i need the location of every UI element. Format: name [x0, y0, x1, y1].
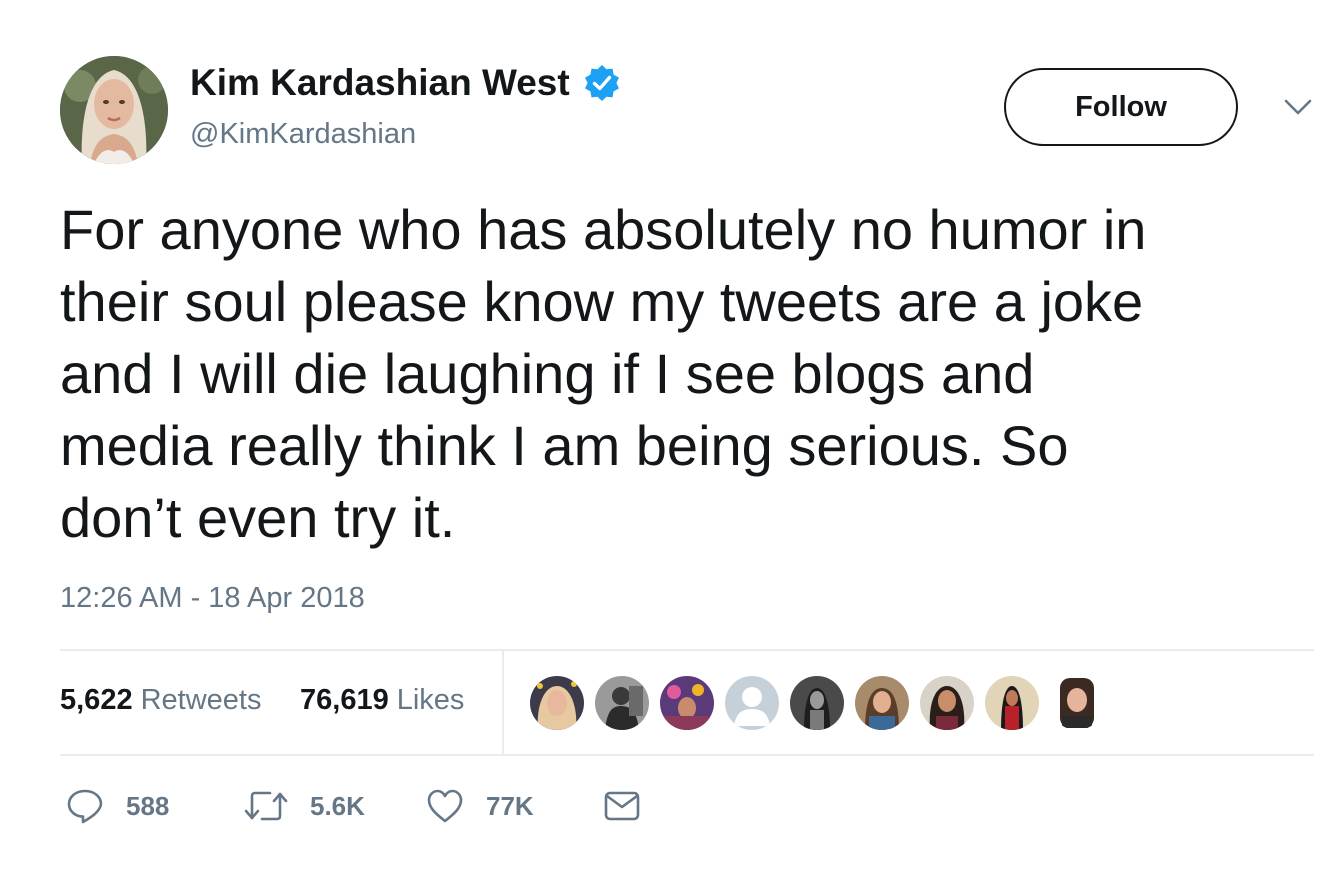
liker-avatar[interactable] [920, 676, 974, 730]
retweets-count: 5,622 [60, 684, 133, 716]
reply-count: 588 [126, 790, 170, 821]
liker-avatar[interactable] [595, 676, 649, 730]
tweet-card: Kim Kardashian West @KimKardashian Follo… [0, 0, 1344, 870]
liker-avatar[interactable] [725, 676, 779, 730]
like-count: 77K [486, 790, 534, 821]
avatar[interactable] [60, 56, 168, 164]
divider [60, 754, 1314, 756]
tweet-timestamp[interactable]: 12:26 AM - 18 Apr 2018 [60, 582, 365, 615]
chevron-down-icon[interactable] [1280, 92, 1316, 122]
follow-button[interactable]: Follow [1004, 68, 1238, 146]
liker-avatar[interactable] [530, 676, 584, 730]
display-name[interactable]: Kim Kardashian West [190, 62, 622, 104]
tweet-text-line: don’t even try it. [60, 486, 456, 549]
liker-avatar[interactable] [855, 676, 909, 730]
likes-stat[interactable]: 76,619 Likes [300, 684, 464, 717]
like-icon [427, 789, 463, 823]
retweet-icon [244, 791, 288, 821]
likes-label: Likes [396, 684, 465, 716]
retweets-stat[interactable]: 5,622 Retweets [60, 684, 261, 717]
retweet-count: 5.6K [310, 790, 365, 821]
liker-avatar[interactable] [985, 676, 1039, 730]
divider [502, 651, 504, 754]
liker-avatar[interactable] [660, 676, 714, 730]
reply-button[interactable]: 588 [66, 786, 169, 826]
tweet-text: For anyone who has absolutely no humor i… [60, 194, 1310, 554]
retweet-button[interactable]: 5.6K [244, 786, 365, 826]
likes-count: 76,619 [300, 684, 389, 716]
tweet-text-line: media really think I am being serious. S… [60, 414, 1069, 477]
like-button[interactable]: 77K [426, 786, 534, 826]
reply-icon [67, 789, 103, 824]
display-name-text[interactable]: Kim Kardashian West [190, 62, 570, 104]
direct-message-icon [604, 791, 640, 821]
user-handle[interactable]: @KimKardashian [190, 118, 416, 151]
liker-avatar[interactable] [1050, 676, 1104, 730]
divider [60, 649, 1314, 651]
tweet-text-line: and I will die laughing if I see blogs a… [60, 342, 1035, 405]
tweet-text-line: their soul please know my tweets are a j… [60, 270, 1144, 333]
retweets-label: Retweets [140, 684, 262, 716]
liker-avatar[interactable] [790, 676, 844, 730]
direct-message-button[interactable] [604, 786, 640, 826]
verified-badge-icon [582, 63, 622, 103]
tweet-text-line: For anyone who has absolutely no humor i… [60, 198, 1147, 261]
